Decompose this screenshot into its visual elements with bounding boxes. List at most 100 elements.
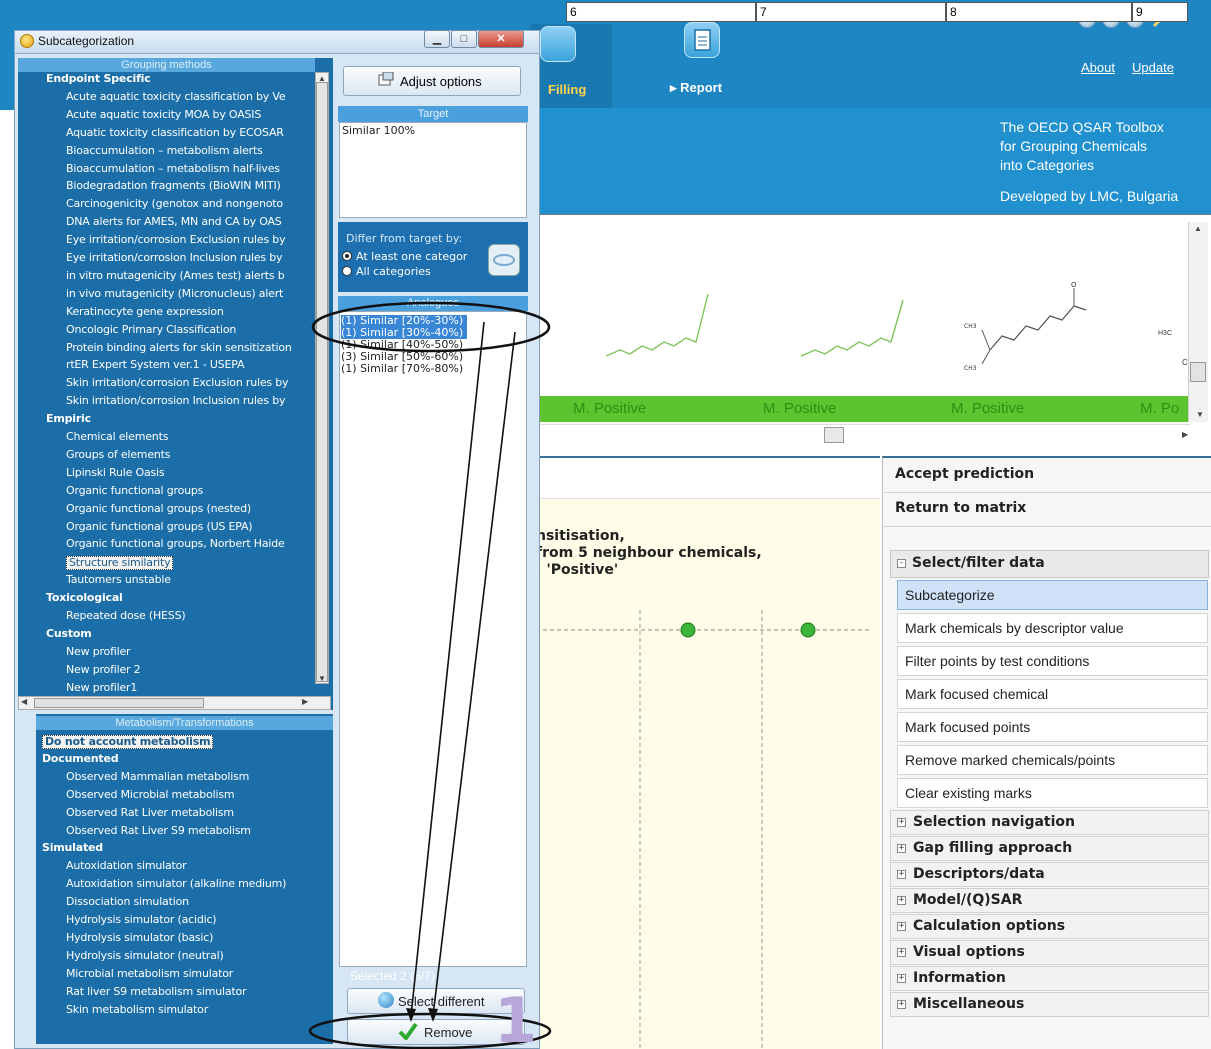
tree-item[interactable]: Skin irritation/corrosion Inclusion rule…: [66, 395, 285, 407]
tree-item[interactable]: Aquatic toxicity classification by ECOSA…: [66, 126, 284, 139]
matrix-column-header[interactable]: 8: [946, 2, 1132, 22]
tree-item[interactable]: Bioaccumulation – metabolism half-lives: [66, 162, 280, 175]
tree-item[interactable]: Hydrolysis simulator (acidic): [66, 914, 217, 926]
tree-item[interactable]: Organic functional groups (nested): [66, 502, 251, 515]
tree-item[interactable]: Carcinogenicity (genotox and nongenoto: [66, 198, 283, 210]
matrix-column-header[interactable]: 6: [566, 2, 756, 22]
tree-item[interactable]: Observed Mammalian metabolism: [66, 770, 249, 783]
scroll-right-arrow-icon[interactable]: ▶: [1182, 430, 1188, 439]
scroll-down-arrow-icon[interactable]: ▼: [318, 674, 326, 683]
matrix-result-cell[interactable]: M. Po: [1140, 400, 1179, 417]
select-filter-item[interactable]: Remove marked chemicals/points: [897, 745, 1208, 775]
structure-chain-7[interactable]: [795, 286, 915, 366]
tree-horizontal-scroll-thumb[interactable]: [34, 698, 204, 708]
panel-group[interactable]: + Information: [890, 966, 1209, 991]
matrix-result-cell[interactable]: M. Positive: [573, 400, 646, 417]
tree-category[interactable]: Documented: [42, 752, 119, 765]
scroll-up-arrow-icon[interactable]: ▲: [318, 74, 326, 83]
panel-group[interactable]: + Calculation options: [890, 914, 1209, 939]
tree-item[interactable]: Observed Rat Liver metabolism: [66, 806, 234, 819]
tree-item[interactable]: Eye irritation/corrosion Inclusion rules…: [66, 252, 283, 264]
tree-item[interactable]: Protein binding alerts for skin sensitiz…: [66, 341, 292, 354]
expand-icon[interactable]: +: [897, 922, 906, 931]
tree-item[interactable]: DNA alerts for AMES, MN and CA by OAS: [66, 216, 282, 228]
tree-item[interactable]: Biodegradation fragments (BioWIN MITI): [66, 180, 281, 192]
tree-item[interactable]: Rat liver S9 metabolism simulator: [66, 985, 247, 998]
radio-all-categories[interactable]: [342, 266, 352, 276]
structure-chain-6[interactable]: [600, 286, 720, 366]
prediction-chart[interactable]: [530, 600, 880, 1049]
tree-item[interactable]: Organic functional groups: [66, 484, 203, 497]
tree-item[interactable]: Hydrolysis simulator (neutral): [66, 949, 224, 962]
report-icon[interactable]: [684, 22, 720, 58]
collapse-icon[interactable]: -: [897, 559, 906, 568]
matrix-horizontal-scroll-thumb[interactable]: [824, 427, 844, 443]
maximize-button[interactable]: □: [451, 30, 477, 48]
tree-item[interactable]: Chemical elements: [66, 431, 168, 443]
select-filter-item[interactable]: Mark chemicals by descriptor value: [897, 613, 1208, 643]
matrix-result-cell[interactable]: M. Positive: [763, 400, 836, 417]
select-filter-item[interactable]: Subcategorize: [897, 580, 1208, 610]
tree-item[interactable]: New profiler: [66, 645, 131, 658]
tree-category[interactable]: Custom: [46, 627, 92, 640]
tree-item[interactable]: Hydrolysis simulator (basic): [66, 931, 213, 944]
chart-point[interactable]: [800, 622, 816, 638]
tree-item[interactable]: Skin irritation/corrosion Exclusion rule…: [66, 377, 289, 389]
tree-item[interactable]: Autoxidation simulator: [66, 860, 187, 872]
panel-group[interactable]: + Descriptors/data: [890, 862, 1209, 887]
tree-category[interactable]: Empiric: [46, 413, 91, 425]
panel-group[interactable]: + Selection navigation: [890, 810, 1209, 835]
radio-at-least-one[interactable]: [342, 251, 352, 261]
tree-item[interactable]: Acute aquatic toxicity MOA by OASIS: [66, 108, 261, 121]
expand-icon[interactable]: +: [897, 896, 906, 905]
tree-item[interactable]: Oncologic Primary Classification: [66, 323, 236, 336]
tree-item[interactable]: Lipinski Rule Oasis: [66, 466, 165, 479]
select-filter-item[interactable]: Clear existing marks: [897, 778, 1208, 808]
tree-item[interactable]: Organic functional groups (US EPA): [66, 520, 253, 533]
select-filter-item[interactable]: Mark focused points: [897, 712, 1208, 742]
analogues-list[interactable]: [339, 311, 527, 967]
panel-group[interactable]: + Model/(Q)SAR: [890, 888, 1209, 913]
tree-item[interactable]: Keratinocyte gene expression: [66, 305, 224, 318]
matrix-vertical-scrollbar[interactable]: [1188, 222, 1208, 422]
matrix-vertical-scroll-thumb[interactable]: [1190, 362, 1206, 382]
expand-icon[interactable]: +: [897, 948, 906, 957]
chart-point[interactable]: [680, 622, 696, 638]
tree-category[interactable]: Endpoint Specific: [46, 73, 151, 85]
matrix-column-header[interactable]: 7: [756, 2, 946, 22]
tree-vertical-scroll-thumb[interactable]: [316, 82, 328, 682]
select-filter-item[interactable]: Mark focused chemical: [897, 679, 1208, 709]
close-button[interactable]: ✕: [478, 30, 524, 48]
analogue-item[interactable]: (1) Similar [70%-80%): [341, 363, 463, 375]
structure-chain-8[interactable]: O CH3 CH3: [950, 280, 1120, 380]
tree-item[interactable]: Groups of elements: [66, 448, 171, 461]
tree-item[interactable]: Eye irritation/corrosion Exclusion rules…: [66, 234, 286, 246]
tree-item[interactable]: in vitro mutagenicity (Ames test) alerts…: [66, 269, 285, 282]
tree-item[interactable]: Repeated dose (HESS): [66, 610, 186, 622]
expand-icon[interactable]: +: [897, 1000, 906, 1009]
tree-item[interactable]: in vivo mutagenicity (Micronucleus) aler…: [66, 287, 283, 300]
panel-group[interactable]: + Gap filling approach: [890, 836, 1209, 861]
tree-item[interactable]: Observed Microbial metabolism: [66, 788, 235, 801]
expand-icon[interactable]: +: [897, 818, 906, 827]
differ-options-icon[interactable]: [488, 244, 520, 276]
tree-item[interactable]: Organic functional groups, Norbert Haide: [66, 538, 285, 550]
tab-report[interactable]: ▸ Report: [670, 80, 722, 96]
scroll-left-arrow-icon[interactable]: ◀: [21, 697, 27, 706]
select-filter-item[interactable]: Filter points by test conditions: [897, 646, 1208, 676]
tree-item[interactable]: Bioaccumulation – metabolism alerts: [66, 144, 263, 157]
tree-item[interactable]: Acute aquatic toxicity classification by…: [66, 90, 286, 103]
minimize-button[interactable]: ▁: [424, 30, 450, 48]
tree-item[interactable]: New profiler1: [66, 681, 137, 694]
matrix-horizontal-scrollbar[interactable]: [530, 424, 1190, 448]
tree-item[interactable]: rtER Expert System ver.1 - USEPA: [66, 359, 244, 371]
tree-item[interactable]: Dissociation simulation: [66, 896, 189, 908]
return-to-matrix-button[interactable]: Return to matrix: [895, 500, 1026, 516]
update-link[interactable]: Update: [1132, 60, 1174, 75]
scroll-up-arrow-icon[interactable]: ▲: [1194, 224, 1202, 233]
scroll-right-arrow-icon[interactable]: ▶: [302, 697, 308, 706]
accept-prediction-button[interactable]: Accept prediction: [895, 466, 1034, 482]
about-link[interactable]: About: [1081, 60, 1115, 75]
tree-item[interactable]: Autoxidation simulator (alkaline medium): [66, 878, 286, 890]
matrix-result-cell[interactable]: M. Positive: [951, 400, 1024, 417]
